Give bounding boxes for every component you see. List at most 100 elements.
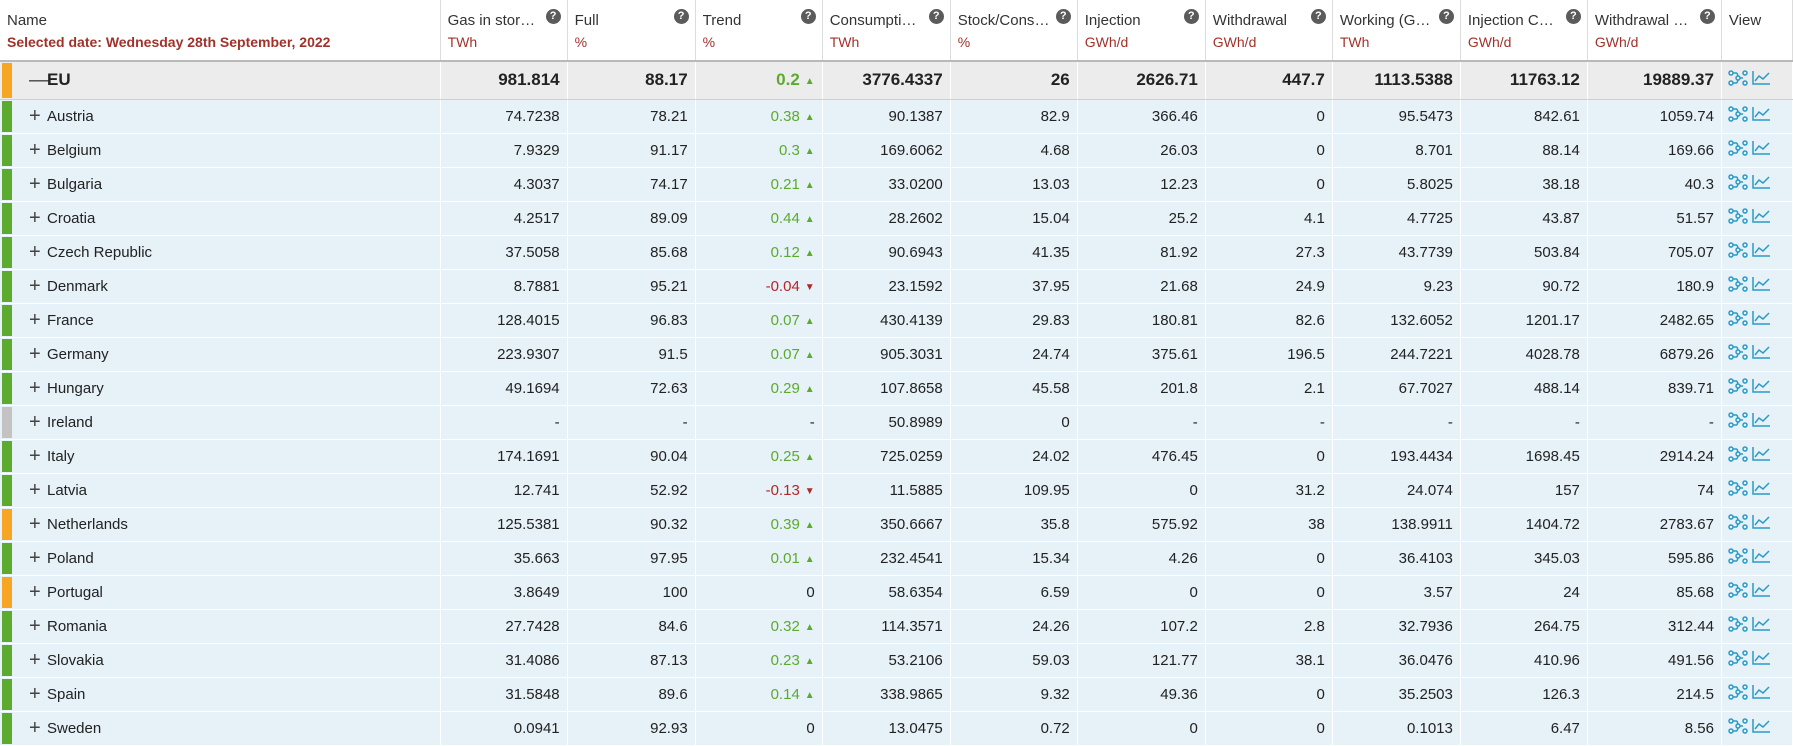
line-chart-icon[interactable] (1751, 174, 1771, 194)
table-row[interactable]: + Bulgaria 4.3037 74.17 0.21 ▲ 33.0200 13.03 12.… (0, 167, 1793, 202)
network-flow-icon[interactable] (1728, 310, 1748, 330)
expand-toggle[interactable]: + (29, 309, 47, 332)
expand-toggle[interactable]: + (29, 581, 47, 604)
column-header-1[interactable]: Gas in storage TWh? (440, 0, 568, 62)
help-icon[interactable]: ? (673, 9, 689, 24)
network-flow-icon[interactable] (1728, 344, 1748, 364)
table-row[interactable]: + Germany 223.9307 91.5 0.07 ▲ 905.3031 24.74 37… (0, 337, 1793, 372)
network-flow-icon[interactable] (1728, 718, 1748, 738)
name-cell[interactable]: + France (0, 303, 441, 338)
name-cell[interactable]: + Czech Republic (0, 235, 441, 270)
help-icon[interactable]: ? (1183, 9, 1199, 24)
name-cell[interactable]: + Croatia (0, 201, 441, 236)
table-row[interactable]: + Ireland - - - 50.8989 0 - - - - - (0, 405, 1793, 440)
network-flow-icon[interactable] (1728, 514, 1748, 534)
name-cell[interactable]: + Denmark (0, 269, 441, 304)
column-header-5[interactable]: Stock/Cons *...%? (950, 0, 1078, 62)
expand-toggle[interactable]: + (29, 207, 47, 230)
expand-toggle[interactable]: + (29, 547, 47, 570)
line-chart-icon[interactable] (1751, 70, 1771, 91)
name-column-header[interactable]: Name Selected date: Wednesday 28th Septe… (0, 0, 441, 62)
name-cell[interactable]: + Belgium (0, 133, 441, 168)
column-header-6[interactable]: Injection GWh/d? (1077, 0, 1206, 62)
name-cell[interactable]: + Sweden (0, 711, 441, 746)
expand-toggle[interactable]: + (29, 139, 47, 162)
table-row[interactable]: + Belgium 7.9329 91.17 0.3 ▲ 169.6062 4.68 26.03… (0, 133, 1793, 168)
column-header-8[interactable]: Working (Ga... TWh? (1332, 0, 1461, 62)
line-chart-icon[interactable] (1751, 514, 1771, 534)
line-chart-icon[interactable] (1751, 140, 1771, 160)
line-chart-icon[interactable] (1751, 446, 1771, 466)
expand-toggle[interactable]: + (29, 275, 47, 298)
column-header-9[interactable]: Injection Cap... GWh/d? (1460, 0, 1588, 62)
network-flow-icon[interactable] (1728, 548, 1748, 568)
line-chart-icon[interactable] (1751, 718, 1771, 738)
table-row[interactable]: + Romania 27.7428 84.6 0.32 ▲ 114.3571 24.26 107… (0, 609, 1793, 644)
expand-toggle[interactable]: + (29, 173, 47, 196)
expand-toggle[interactable]: + (29, 105, 47, 128)
table-row[interactable]: + Latvia 12.741 52.92 -0.13 ▼ 11.5885 109.95 0 31… (0, 473, 1793, 508)
line-chart-icon[interactable] (1751, 582, 1771, 602)
line-chart-icon[interactable] (1751, 378, 1771, 398)
expand-toggle[interactable]: + (29, 513, 47, 536)
name-cell[interactable]: + Latvia (0, 473, 441, 508)
table-row[interactable]: + France 128.4015 96.83 0.07 ▲ 430.4139 29.83 18… (0, 303, 1793, 338)
name-cell[interactable]: + Austria (0, 99, 441, 134)
help-icon[interactable]: ? (1055, 9, 1071, 24)
expand-toggle[interactable]: + (29, 377, 47, 400)
network-flow-icon[interactable] (1728, 650, 1748, 670)
name-cell[interactable]: + Portugal (0, 575, 441, 610)
table-row[interactable]: + Austria 74.7238 78.21 0.38 ▲ 90.1387 82.9 366.… (0, 99, 1793, 134)
name-cell[interactable]: —EU (0, 61, 441, 100)
table-row[interactable]: + Italy 174.1691 90.04 0.25 ▲ 725.0259 24.02 476… (0, 439, 1793, 474)
name-cell[interactable]: + Spain (0, 677, 441, 712)
column-header-2[interactable]: Full%? (567, 0, 696, 62)
expand-toggle[interactable]: + (29, 649, 47, 672)
eu-row[interactable]: —EU 981.814 88.17 0.2 ▲ 3776.4337 26 2626.71 447… (0, 61, 1793, 100)
expand-toggle[interactable]: + (29, 241, 47, 264)
table-row[interactable]: + Spain 31.5848 89.6 0.14 ▲ 338.9865 9.32 49.36 0… (0, 677, 1793, 712)
name-cell[interactable]: + Germany (0, 337, 441, 372)
collapse-toggle[interactable]: — (29, 69, 49, 92)
expand-toggle[interactable]: + (29, 479, 47, 502)
table-row[interactable]: + Netherlands 125.5381 90.32 0.39 ▲ 350.6667 35… (0, 507, 1793, 542)
expand-toggle[interactable]: + (29, 445, 47, 468)
help-icon[interactable]: ? (1565, 9, 1581, 24)
network-flow-icon[interactable] (1728, 684, 1748, 704)
help-icon[interactable]: ? (545, 9, 561, 24)
line-chart-icon[interactable] (1751, 548, 1771, 568)
name-cell[interactable]: + Poland (0, 541, 441, 576)
network-flow-icon[interactable] (1728, 140, 1748, 160)
network-flow-icon[interactable] (1728, 276, 1748, 296)
table-row[interactable]: + Sweden 0.0941 92.93 0 13.0475 0.72 0 0 0.1013 6.… (0, 711, 1793, 746)
table-row[interactable]: + Poland 35.663 97.95 0.01 ▲ 232.4541 15.34 4.26… (0, 541, 1793, 576)
table-row[interactable]: + Portugal 3.8649 100 0 58.6354 6.59 0 0 3.57 24 85… (0, 575, 1793, 610)
help-icon[interactable]: ? (928, 9, 944, 24)
table-row[interactable]: + Croatia 4.2517 89.09 0.44 ▲ 28.2602 15.04 25.2… (0, 201, 1793, 236)
help-icon[interactable]: ? (800, 9, 816, 24)
column-header-7[interactable]: Withdrawal GWh/d? (1205, 0, 1333, 62)
table-row[interactable]: + Hungary 49.1694 72.63 0.29 ▲ 107.8658 45.58 20… (0, 371, 1793, 406)
line-chart-icon[interactable] (1751, 684, 1771, 704)
name-cell[interactable]: + Netherlands (0, 507, 441, 542)
help-icon[interactable]: ? (1310, 9, 1326, 24)
network-flow-icon[interactable] (1728, 70, 1748, 91)
expand-toggle[interactable]: + (29, 717, 47, 740)
name-cell[interactable]: + Hungary (0, 371, 441, 406)
network-flow-icon[interactable] (1728, 446, 1748, 466)
network-flow-icon[interactable] (1728, 378, 1748, 398)
line-chart-icon[interactable] (1751, 344, 1771, 364)
table-row[interactable]: + Denmark 8.7881 95.21 -0.04 ▼ 23.1592 37.95 21.… (0, 269, 1793, 304)
name-cell[interactable]: + Slovakia (0, 643, 441, 678)
network-flow-icon[interactable] (1728, 174, 1748, 194)
network-flow-icon[interactable] (1728, 208, 1748, 228)
table-row[interactable]: + Slovakia 31.4086 87.13 0.23 ▲ 53.2106 59.03 12… (0, 643, 1793, 678)
line-chart-icon[interactable] (1751, 480, 1771, 500)
expand-toggle[interactable]: + (29, 411, 47, 434)
help-icon[interactable]: ? (1438, 9, 1454, 24)
line-chart-icon[interactable] (1751, 616, 1771, 636)
name-cell[interactable]: + Bulgaria (0, 167, 441, 202)
line-chart-icon[interactable] (1751, 242, 1771, 262)
column-header-10[interactable]: Withdrawal Ca... GWh/d? (1587, 0, 1722, 62)
help-icon[interactable]: ? (1699, 9, 1715, 24)
